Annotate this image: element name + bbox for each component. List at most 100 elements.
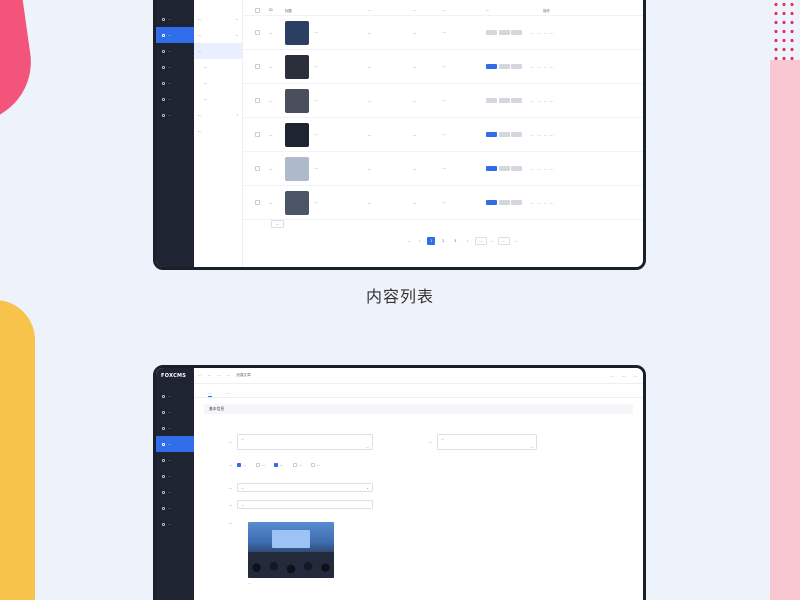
short-title-input[interactable]: … … [437,434,537,450]
row-action-link[interactable]: … [544,167,547,171]
breadcrumb-item[interactable]: … [227,373,231,378]
subnav-item[interactable]: … ⌄ [194,11,242,27]
status-tag[interactable] [486,30,497,35]
category-select[interactable]: … ⌄ [237,483,373,492]
status-tag[interactable] [511,30,522,35]
subnav-item[interactable]: … [194,123,242,139]
sidebar-item[interactable]: … [156,107,194,123]
sidebar-item[interactable]: … [156,436,194,452]
row-title[interactable]: … [315,132,355,137]
row-title[interactable]: … [315,64,355,69]
breadcrumb-item[interactable]: … [208,373,212,378]
row-action-link[interactable]: … [531,99,534,103]
row-checkbox[interactable] [255,200,260,205]
row-action-link[interactable]: … [531,133,534,137]
tab-advanced[interactable]: … [226,390,230,397]
status-tag[interactable] [511,64,522,69]
status-tag[interactable] [486,166,497,171]
attribute-checkbox[interactable]: … [274,463,284,467]
row-checkbox[interactable] [255,132,260,137]
sidebar-item[interactable]: … [156,468,194,484]
goto-page-input[interactable]: … [498,237,510,245]
subnav-item[interactable]: … [194,75,242,91]
row-action-link[interactable]: … [537,99,540,103]
subnav-item[interactable]: … [194,43,242,59]
status-tag[interactable] [511,166,522,171]
sidebar-item[interactable]: … [156,452,194,468]
breadcrumb-item[interactable]: … [217,373,221,378]
row-thumbnail[interactable] [285,156,309,181]
row-thumbnail[interactable] [285,54,309,79]
row-action-link[interactable]: … [531,65,534,69]
status-tag[interactable] [498,166,510,171]
row-action-link[interactable]: … [550,65,553,69]
bulk-action-button[interactable]: … [271,220,285,228]
status-tag[interactable] [498,132,510,137]
row-thumbnail[interactable] [285,122,309,147]
status-tag[interactable] [486,64,497,69]
status-tag[interactable] [511,98,522,103]
row-title[interactable]: … [315,30,355,35]
sidebar-item[interactable]: … [156,91,194,107]
screen-icon[interactable]: … [610,374,614,378]
sidebar-item[interactable]: … [156,484,194,500]
subnav-item[interactable]: … [194,91,242,107]
row-action-link[interactable]: … [544,31,547,35]
row-action-link[interactable]: … [531,31,534,35]
page-1-button[interactable]: 1 [427,237,436,245]
row-thumbnail[interactable] [285,88,309,113]
status-tag[interactable] [498,64,510,69]
user-menu[interactable]: … [633,374,637,378]
status-tag[interactable] [498,98,510,103]
page-3-button[interactable]: 3 [451,237,459,245]
status-tag[interactable] [511,132,522,137]
sidebar-item[interactable]: … [156,27,194,43]
sidebar-item[interactable]: … [156,500,194,516]
row-action-link[interactable]: … [544,65,547,69]
attribute-checkbox[interactable]: … [292,463,302,467]
row-action-link[interactable]: … [537,201,540,205]
sidebar-item[interactable]: … [156,11,194,27]
attribute-checkbox[interactable]: … [237,463,247,467]
row-checkbox[interactable] [255,30,260,35]
status-tag[interactable] [498,200,510,205]
sidebar-item[interactable]: … [156,420,194,436]
row-action-link[interactable]: … [544,201,547,205]
row-action-link[interactable]: … [537,167,540,171]
row-checkbox[interactable] [255,64,260,69]
row-action-link[interactable]: … [550,31,553,35]
status-tag[interactable] [486,200,497,205]
row-action-link[interactable]: … [544,133,547,137]
select-all-checkbox[interactable] [255,7,260,13]
page-2-button[interactable]: 2 [439,237,447,245]
row-action-link[interactable]: … [531,167,534,171]
row-action-link[interactable]: … [544,99,547,103]
row-action-link[interactable]: … [550,167,553,171]
row-title[interactable]: … [315,200,355,205]
subnav-item[interactable]: … ⌄ [194,27,242,43]
sidebar-item[interactable]: … [156,388,194,404]
prev-page-button[interactable]: ‹ [415,237,423,245]
row-thumbnail[interactable] [285,190,309,215]
sidebar-item[interactable]: … [156,75,194,91]
page-size-select[interactable]: … [475,237,487,245]
tab-basic[interactable]: … [208,390,212,397]
keywords-input[interactable]: … [237,500,373,509]
row-action-link[interactable]: … [537,65,540,69]
sidebar-item[interactable]: … [156,516,194,532]
row-thumbnail[interactable] [285,20,309,45]
attribute-checkbox[interactable]: … [311,463,321,467]
cover-image[interactable] [248,522,334,578]
row-action-link[interactable]: … [537,31,540,35]
status-tag[interactable] [486,132,497,137]
row-action-link[interactable]: … [550,133,553,137]
row-title[interactable]: … [315,98,355,103]
subnav-item[interactable]: … [194,59,242,75]
subnav-item[interactable]: … › [194,107,242,123]
status-tag[interactable] [486,98,497,103]
next-page-button[interactable]: › [463,237,471,245]
sidebar-item[interactable]: … [156,59,194,75]
row-checkbox[interactable] [255,98,260,103]
help-icon[interactable]: … [622,374,626,378]
row-checkbox[interactable] [255,166,260,171]
